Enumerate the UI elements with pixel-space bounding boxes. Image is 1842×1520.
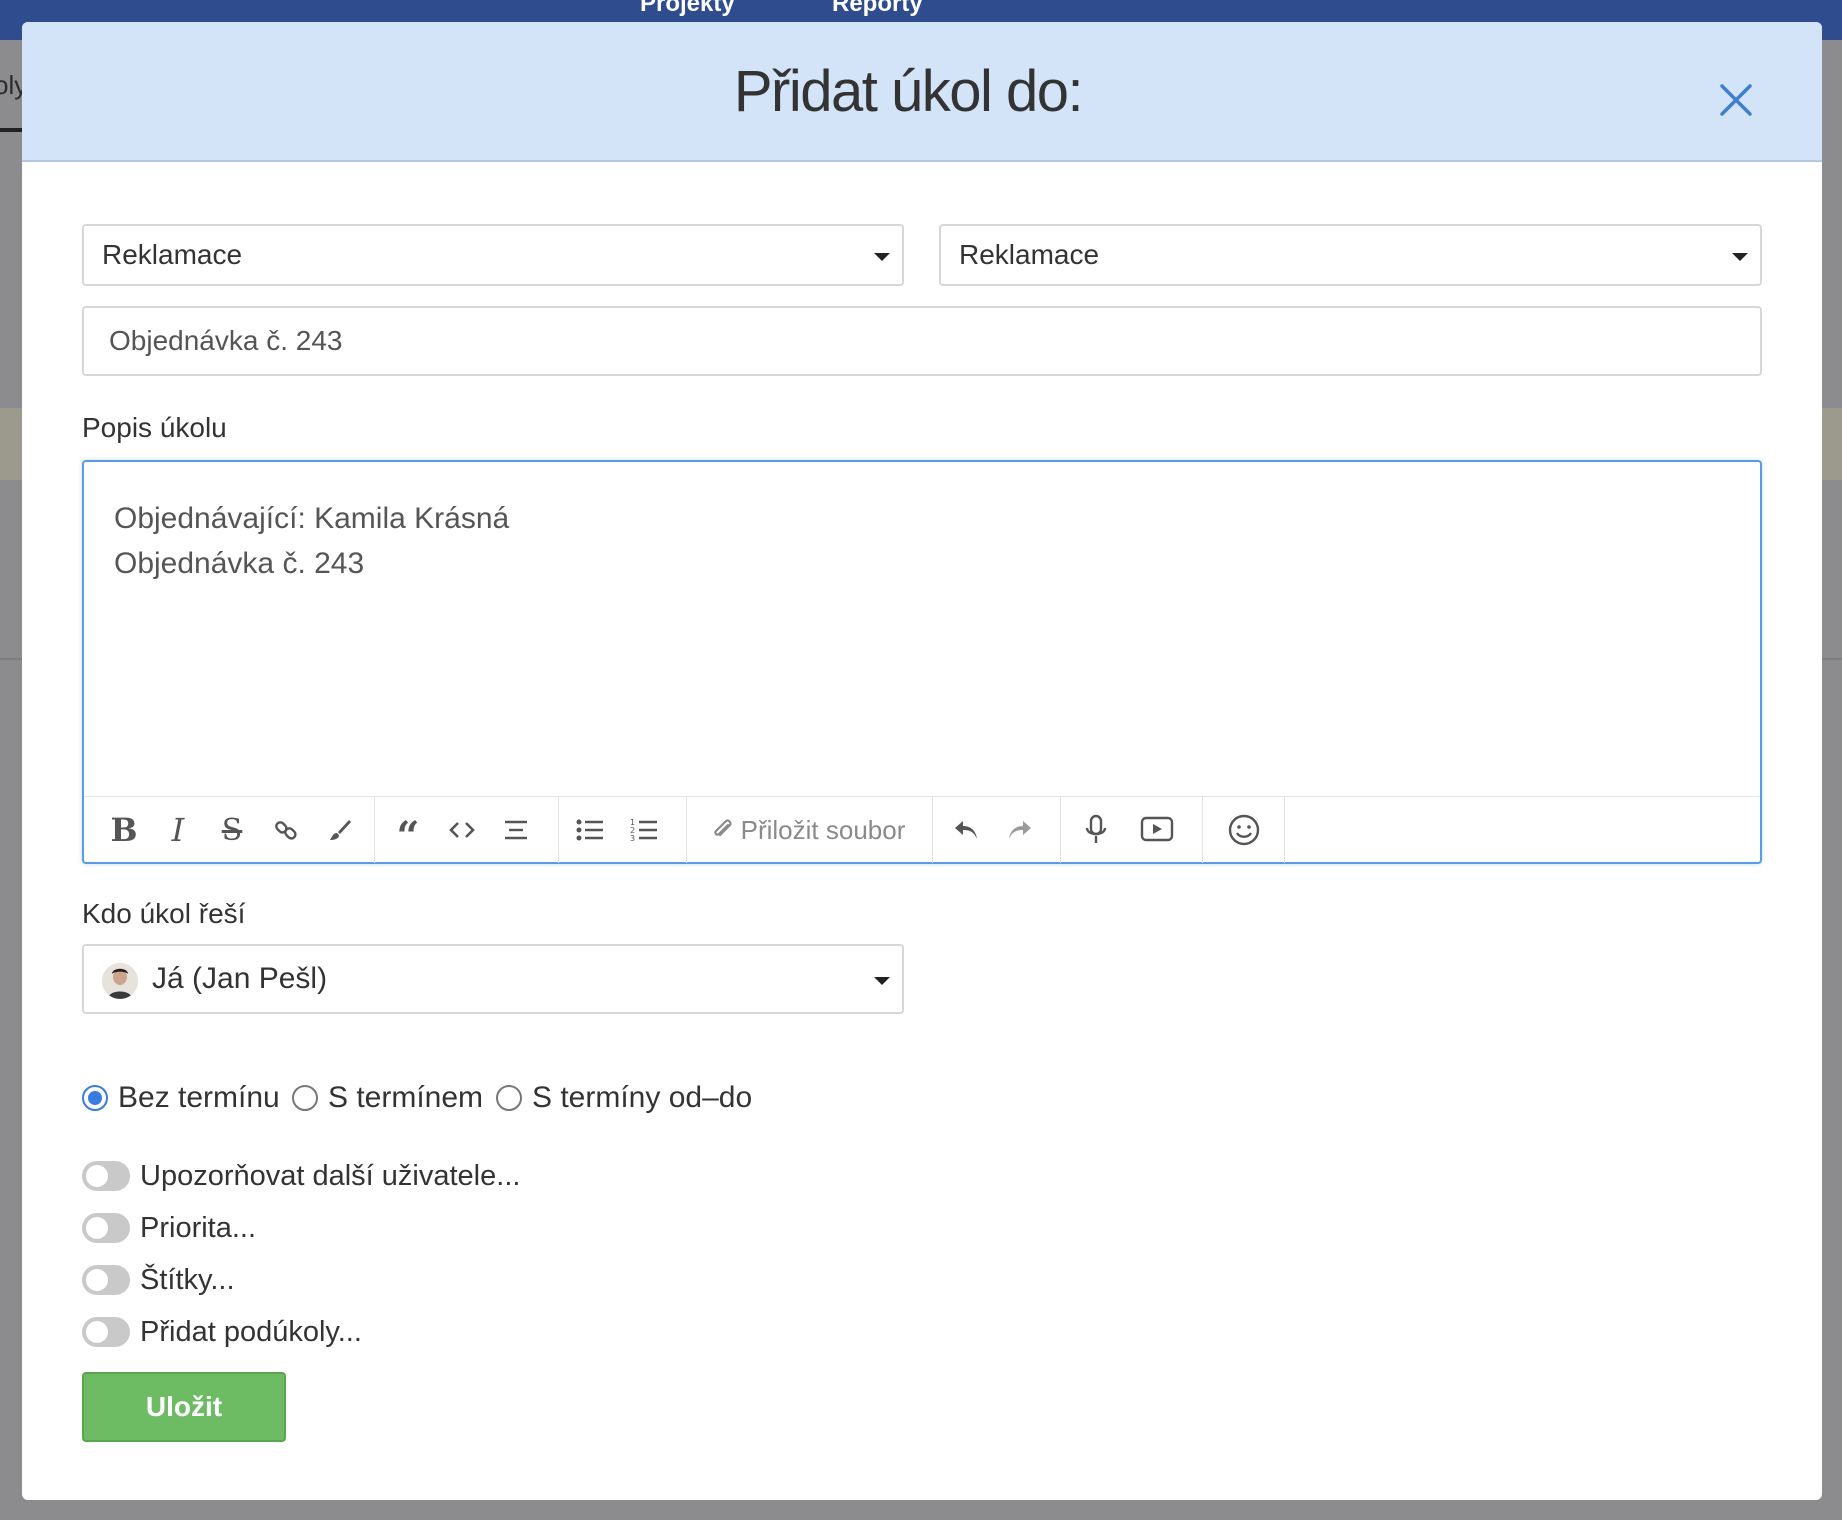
link-icon[interactable] xyxy=(264,797,308,863)
chevron-down-icon xyxy=(1732,253,1748,261)
toolbar-separator xyxy=(558,797,559,863)
toggle-label: Priorita... xyxy=(140,1211,257,1244)
list-select-value: Reklamace xyxy=(959,239,1100,270)
list-select[interactable]: Reklamace xyxy=(939,224,1762,286)
chevron-down-icon xyxy=(874,977,890,985)
description-content[interactable]: Objednávající: Kamila Krásná Objednávka … xyxy=(114,496,509,586)
toolbar-separator xyxy=(932,797,933,863)
quote-icon[interactable]: “ xyxy=(386,797,430,863)
deadline-option-label: Bez termínu xyxy=(118,1081,280,1114)
deadline-option-label: S termíny od–do xyxy=(532,1081,753,1114)
toggle-label: Štítky... xyxy=(140,1263,235,1296)
video-icon[interactable] xyxy=(1130,797,1184,863)
project-select-value: Reklamace xyxy=(102,239,243,270)
assignee-value: Já (Jan Pešl) xyxy=(152,962,328,995)
microphone-icon[interactable] xyxy=(1074,797,1118,863)
description-editor[interactable]: Objednávající: Kamila Krásná Objednávka … xyxy=(82,460,1762,864)
toggle-switch[interactable] xyxy=(82,1161,130,1191)
toolbar-separator xyxy=(1202,797,1203,863)
strikethrough-icon[interactable]: S xyxy=(210,797,254,863)
toolbar-separator xyxy=(686,797,687,863)
modal-header: Přidat úkol do: xyxy=(22,22,1822,162)
attach-file-button[interactable]: Přiložit soubor xyxy=(704,797,912,863)
italic-icon[interactable]: I xyxy=(156,797,200,863)
toolbar-separator xyxy=(374,797,375,863)
code-icon[interactable] xyxy=(440,797,484,863)
description-line: Objednávající: Kamila Krásná xyxy=(114,502,510,535)
close-icon[interactable] xyxy=(1710,74,1762,126)
modal-title: Přidat úkol do: xyxy=(733,59,1084,124)
numbered-list-icon[interactable]: 123 xyxy=(622,797,666,863)
deadline-option-label: S termínem xyxy=(328,1081,484,1114)
editor-toolbar: B I S “ 1 2 3 Přiložit soubor xyxy=(84,796,1760,863)
bullet-list-icon[interactable] xyxy=(568,797,612,863)
paperclip-icon xyxy=(713,819,732,837)
save-button[interactable]: Uložit xyxy=(82,1372,286,1442)
brush-icon[interactable] xyxy=(318,797,362,863)
bold-icon[interactable]: B xyxy=(102,797,146,863)
toolbar-separator xyxy=(1284,797,1285,863)
align-icon[interactable] xyxy=(494,797,538,863)
background-nav-item: Projekty xyxy=(640,0,735,17)
project-select[interactable]: Reklamace xyxy=(82,224,904,286)
task-name-input[interactable]: Objednávka č. 243 xyxy=(82,306,1762,376)
deadline-option-range[interactable]: S termíny od–do xyxy=(496,1078,752,1118)
assignee-select[interactable]: Já (Jan Pešl) xyxy=(82,944,904,1014)
add-task-modal: Přidat úkol do: Reklamace Reklamace Obje… xyxy=(22,22,1822,1500)
deadline-option-none[interactable]: Bez termínu xyxy=(82,1078,280,1118)
undo-icon[interactable] xyxy=(944,797,988,863)
attach-file-label: Přiložit soubor xyxy=(740,814,906,845)
background-nav-item: Reporty xyxy=(832,0,923,17)
toggle-priority[interactable]: Priorita... xyxy=(82,1208,256,1248)
toolbar-separator xyxy=(1060,797,1061,863)
radio-unchecked[interactable] xyxy=(496,1085,522,1111)
toggle-notify-users[interactable]: Upozorňovat další uživatele... xyxy=(82,1156,520,1196)
description-line: Objednávka č. 243 xyxy=(114,547,365,580)
chevron-down-icon xyxy=(874,253,890,261)
radio-unchecked[interactable] xyxy=(292,1085,318,1111)
toggle-switch[interactable] xyxy=(82,1317,130,1347)
toggle-label: Upozorňovat další uživatele... xyxy=(140,1159,521,1192)
description-label: Popis úkolu xyxy=(82,412,227,443)
svg-text:3: 3 xyxy=(630,834,635,842)
redo-icon[interactable] xyxy=(998,797,1042,863)
background-tab-underline xyxy=(0,128,22,132)
toggle-subtasks[interactable]: Přidat podúkoly... xyxy=(82,1312,362,1352)
emoji-icon[interactable] xyxy=(1214,797,1274,863)
radio-checked[interactable] xyxy=(82,1085,108,1111)
toggle-switch[interactable] xyxy=(82,1265,130,1295)
toggle-label: Přidat podúkoly... xyxy=(140,1315,362,1348)
avatar xyxy=(102,963,138,999)
toggle-switch[interactable] xyxy=(82,1213,130,1243)
toggle-tags[interactable]: Štítky... xyxy=(82,1260,235,1300)
deadline-option-single[interactable]: S termínem xyxy=(292,1078,483,1118)
assignee-label: Kdo úkol řeší xyxy=(82,898,246,929)
